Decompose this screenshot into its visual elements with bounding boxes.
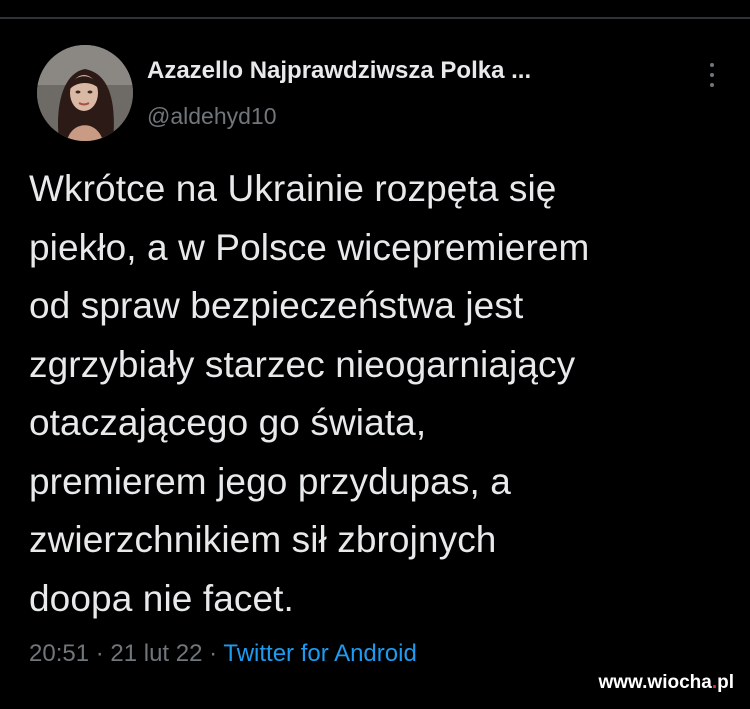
avatar[interactable] (37, 45, 133, 141)
tweet-time[interactable]: 20:51 (29, 640, 89, 667)
tweet-meta: 20:51 · 21 lut 22 · Twitter for Android (29, 640, 417, 668)
watermark: www.wiocha.pl (599, 672, 735, 694)
tweet-text-line: otaczającego go świata, (29, 402, 427, 443)
meta-separator: · (202, 640, 224, 667)
tweet-text-line: doopa nie facet. (29, 577, 294, 619)
tweet-text-line: zgrzybiały starzec nieogarniający (29, 343, 576, 385)
tweet-text-line: premierem jego przydupas, a (29, 460, 511, 502)
tweet-text-line: piekło, a w Polsce wicepremierem (29, 226, 590, 268)
tweet-text-line: zwierzchnikiem sił zbrojnych (29, 519, 497, 560)
display-name[interactable]: Azazello Najprawdziwsza Polka ... (147, 57, 531, 85)
top-divider (0, 17, 750, 19)
meta-separator: · (89, 640, 111, 667)
tweet-text-line: od spraw bezpieczeństwa jest (29, 285, 524, 326)
watermark-prefix: www.wiocha (598, 672, 712, 693)
tweet-text-line: Wkrótce na Ukrainie rozpęta się (29, 168, 557, 209)
tweet-date[interactable]: 21 lut 22 (110, 640, 202, 667)
more-vertical-icon[interactable] (700, 60, 724, 90)
more-dot (710, 73, 714, 77)
avatar-image (37, 45, 133, 141)
tweet-text: Wkrótce na Ukrainie rozpęta się piekło, … (29, 160, 719, 628)
user-handle[interactable]: @aldehyd10 (147, 103, 277, 130)
watermark-suffix: pl (717, 672, 734, 693)
more-dot (710, 83, 714, 87)
more-dot (710, 63, 714, 67)
tweet-source-link[interactable]: Twitter for Android (223, 640, 416, 667)
